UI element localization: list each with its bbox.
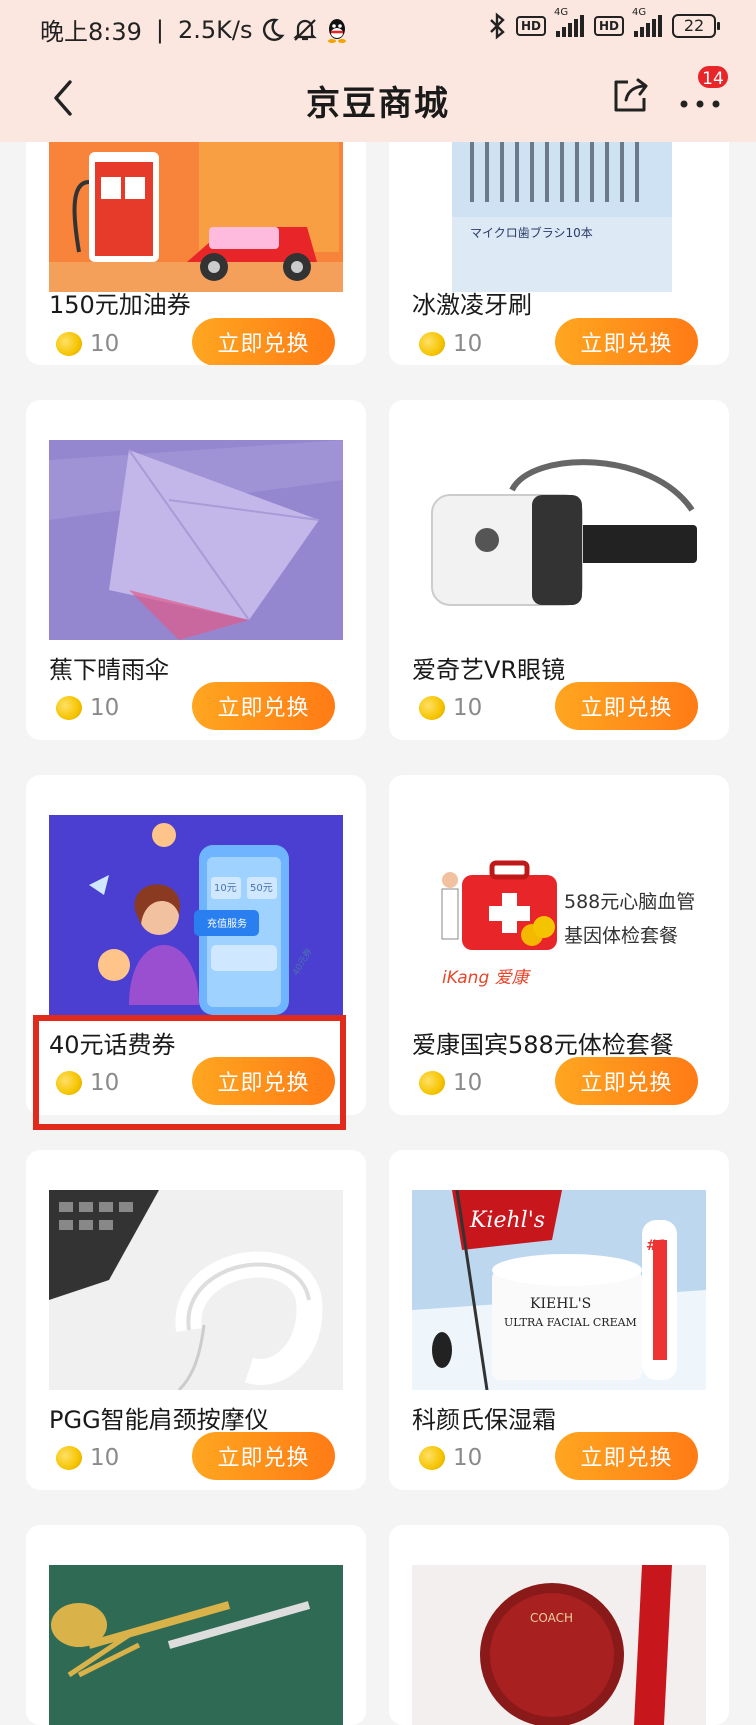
redeem-button[interactable]: 立即兑换 [192,1432,335,1480]
product-image [49,1190,343,1390]
nav-bar: 京豆商城 [0,58,756,142]
kiehls-flag-text: Kiehl's [470,1208,546,1233]
jd-bean-icon [415,1067,449,1099]
product-image: iKang 爱康 588元心脑血管 基因体检套餐 [412,815,706,1015]
status-bar: 晚上8:39 | 2.5K/s HD 4G HD 4G 22 [0,0,756,58]
product-price: 10 [415,1442,483,1474]
product-name: 爱奇艺VR眼镜 [412,656,566,684]
product-price: 10 [52,1442,120,1474]
package-text: マイクロ歯ブラシ10本 [470,226,593,240]
product-name: 150元加油券 [49,291,191,319]
phone-topup-illustration [49,815,343,1015]
product-name: PGG智能肩颈按摩仪 [49,1406,269,1434]
share-icon[interactable] [608,74,652,118]
net-type-1: 4G [553,7,569,18]
cutlery-illustration [49,1565,343,1725]
redeem-button[interactable]: 立即兑换 [192,318,335,365]
watch-illustration [412,1565,706,1725]
status-left: 晚上8:39 | 2.5K/s [40,12,349,47]
jd-bean-icon [415,1442,449,1474]
product-image [49,142,343,292]
neck-massager-illustration [49,1190,343,1390]
price-value: 10 [453,1445,483,1471]
notification-badge: 14 [696,64,730,90]
price-value: 10 [453,695,483,721]
product-card-vr-glasses[interactable]: 爱奇艺VR眼镜 10 立即兑换 [389,400,729,740]
moon-icon [262,18,285,41]
fuel-station-illustration [49,142,343,292]
jd-bean-icon [415,692,449,724]
top-bar: 晚上8:39 | 2.5K/s HD 4G HD 4G 22 京豆商城 14 [0,0,756,142]
highlight-box [33,1015,346,1130]
product-image: 10元 50元 充值服务 40元券 [49,815,343,1015]
product-price: 10 [415,1067,483,1099]
vr-headset-illustration [431,459,697,606]
qq-icon [327,18,346,43]
product-image: COACH [412,1565,706,1725]
price-value: 10 [453,331,483,357]
battery-icon: 22 [672,14,720,38]
product-card-health-check[interactable]: iKang 爱康 588元心脑血管 基因体检套餐 爱康国宾588元体检套餐 10… [389,775,729,1115]
redeem-button[interactable]: 立即兑换 [555,1057,698,1105]
redeem-button[interactable]: 立即兑换 [555,682,698,730]
price-value: 10 [453,1070,483,1096]
product-name: 科颜氏保湿霜 [412,1406,556,1434]
status-net-speed: 2.5K/s [178,15,253,44]
price-value: 10 [90,1445,120,1471]
jd-bean-icon [52,1442,86,1474]
product-image: マイクロ歯ブラシ10本 [412,142,706,292]
product-image [49,1565,343,1725]
status-right: HD 4G HD 4G 22 [488,7,720,40]
product-card-umbrella[interactable]: 蕉下晴雨伞 10 立即兑换 [26,400,366,740]
number-one-badge: #1 [646,1238,668,1254]
kiehls-jar-product: ULTRA FACIAL CREAM [504,1316,637,1329]
signal-bars-icon [634,15,662,37]
status-time: 晚上8:39 [40,18,142,46]
toothbrush-pack-illustration [452,142,672,292]
jd-bean-icon [52,328,86,360]
image-text-line2: 基因体检套餐 [564,925,679,947]
redeem-button[interactable]: 立即兑换 [555,318,698,365]
signal-2: 4G [632,7,662,37]
product-price: 10 [52,692,120,724]
product-price: 10 [415,692,483,724]
umbrella-illustration [49,440,343,640]
jd-bean-icon [415,328,449,360]
battery-level: 22 [683,16,705,35]
signal-bars-icon [555,15,584,37]
status-separator: | [155,15,164,44]
product-card-watch[interactable]: COACH [389,1525,729,1725]
hd-label-2: HD [593,16,624,36]
image-text-10yuan: 10元 [214,883,237,894]
ikang-logo: iKang 爱康 [442,968,529,988]
product-image: Kiehl's KIEHL'S ULTRA FACIAL CREAM #1 [412,1190,706,1390]
product-name: 蕉下晴雨伞 [49,656,169,684]
product-card-cutlery[interactable] [26,1525,366,1725]
coach-logo: COACH [530,1611,574,1625]
kiehls-cream-illustration [412,1190,706,1390]
product-image [412,440,706,640]
price-value: 10 [90,695,120,721]
product-name: 爱康国宾588元体检套餐 [412,1031,674,1059]
signal-1: 4G [554,7,584,37]
redeem-button[interactable]: 立即兑换 [192,682,335,730]
bluetooth-icon [490,12,505,40]
product-price: 10 [415,328,483,360]
redeem-button[interactable]: 立即兑换 [555,1432,698,1480]
image-text-50yuan: 50元 [250,883,273,894]
net-type-2: 4G [632,7,647,18]
image-text-topup: 充值服务 [207,919,247,930]
product-price: 10 [52,328,120,360]
jd-bean-icon [52,692,86,724]
product-card-massager[interactable]: PGG智能肩颈按摩仪 10 立即兑换 [26,1150,366,1490]
kiehls-jar-brand: KIEHL'S [530,1296,592,1312]
product-name: 冰激凌牙刷 [412,291,532,319]
image-text-line1: 588元心脑血管 [564,891,696,913]
bell-muted-icon [292,18,317,41]
price-value: 10 [90,331,120,357]
product-card-face-cream[interactable]: Kiehl's KIEHL'S ULTRA FACIAL CREAM #1 科颜… [389,1150,729,1490]
hd-label-1: HD [515,16,546,36]
product-image [49,440,343,640]
